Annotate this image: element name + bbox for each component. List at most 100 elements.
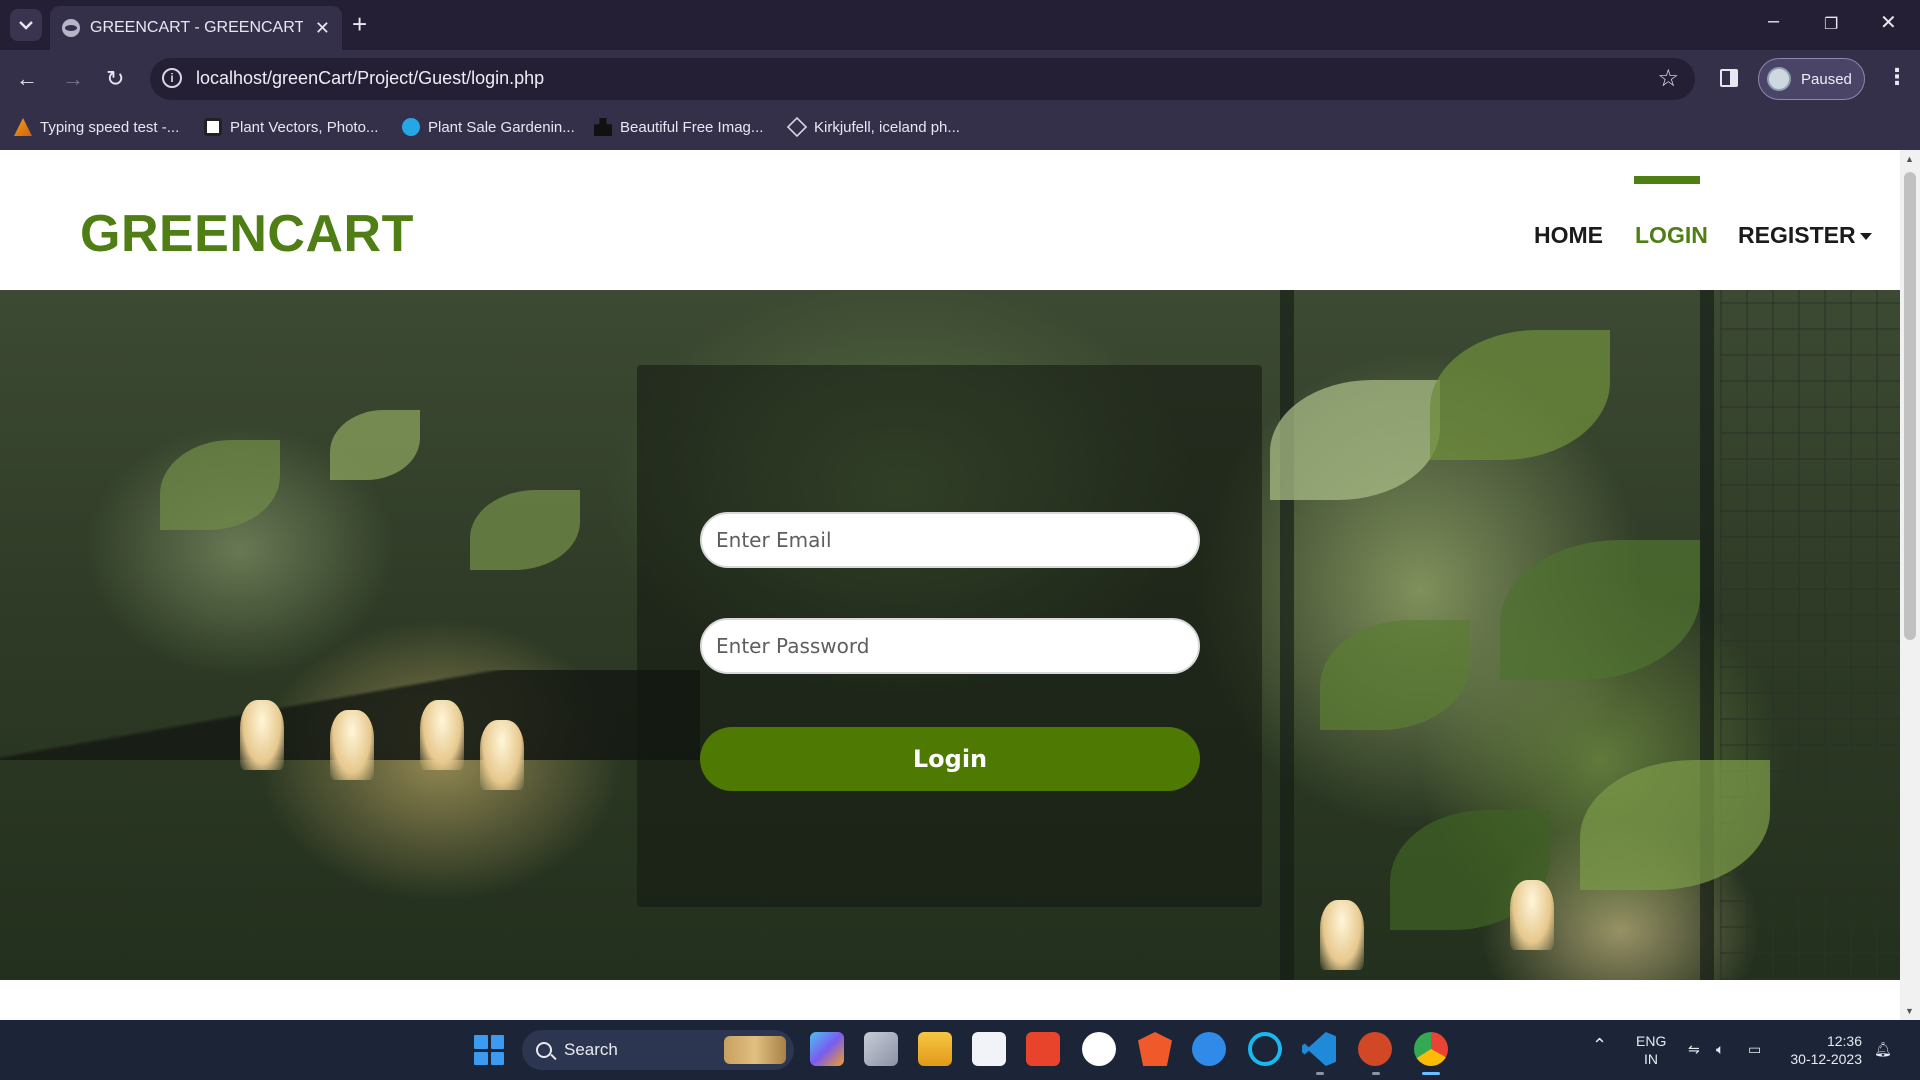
browser-tab-active[interactable]: GREENCART - GREENCART Login ✕ bbox=[50, 6, 342, 50]
vscode-icon[interactable] bbox=[1302, 1032, 1336, 1066]
tab-search-button[interactable] bbox=[10, 9, 42, 41]
profile-status: Paused bbox=[1801, 70, 1852, 88]
nav-login[interactable]: LOGIN bbox=[1635, 222, 1708, 249]
bookmark-star-icon[interactable]: ☆ bbox=[1657, 64, 1679, 93]
tray-overflow-chevron-icon[interactable]: ⌃ bbox=[1592, 1036, 1607, 1054]
brave-browser-icon[interactable] bbox=[1138, 1032, 1172, 1066]
microsoft-store-icon[interactable] bbox=[972, 1032, 1006, 1066]
profile-button[interactable]: Paused bbox=[1758, 58, 1865, 100]
cortana-icon[interactable] bbox=[1248, 1032, 1282, 1066]
file-explorer-icon[interactable] bbox=[918, 1032, 952, 1066]
leaf-shape bbox=[1270, 380, 1440, 500]
page-scrollbar[interactable]: ▲ ▼ bbox=[1900, 150, 1920, 1020]
globe-icon bbox=[62, 19, 80, 37]
email-field[interactable] bbox=[700, 512, 1200, 568]
garden-light bbox=[480, 720, 524, 790]
nav-register-label: REGISTER bbox=[1738, 222, 1856, 248]
network-icon[interactable]: ⇋ bbox=[1688, 1040, 1700, 1058]
bookmark-item[interactable]: Plant Vectors, Photo... bbox=[204, 118, 378, 136]
taskbar-search[interactable]: Search bbox=[522, 1030, 794, 1070]
bookmark-item[interactable]: Plant Sale Gardenin... bbox=[402, 118, 575, 136]
nav-home[interactable]: HOME bbox=[1534, 222, 1603, 249]
search-highlight-image bbox=[724, 1036, 786, 1064]
bookmark-item[interactable]: Typing speed test -... bbox=[14, 118, 179, 136]
avatar bbox=[1767, 67, 1791, 91]
nav-register[interactable]: REGISTER bbox=[1738, 222, 1872, 249]
copilot-icon[interactable] bbox=[810, 1032, 844, 1066]
side-panel-icon[interactable] bbox=[1720, 69, 1738, 87]
window-close-icon[interactable]: ✕ bbox=[1880, 10, 1897, 35]
scroll-down-icon[interactable]: ▼ bbox=[1905, 1006, 1914, 1016]
clock[interactable]: 12:36 30-12-2023 bbox=[1784, 1032, 1862, 1068]
scrollbar-thumb[interactable] bbox=[1904, 172, 1916, 640]
bookmark-label: Plant Sale Gardenin... bbox=[428, 118, 575, 136]
site-logo[interactable]: GREENCART bbox=[80, 204, 414, 264]
powerpoint-icon[interactable] bbox=[1358, 1032, 1392, 1066]
chrome-icon[interactable] bbox=[1414, 1032, 1448, 1066]
url-text[interactable]: localhost/greenCart/Project/Guest/login.… bbox=[196, 68, 544, 89]
browser-tab-bar: GREENCART - GREENCART Login ✕ + – ❐ ✕ bbox=[0, 0, 1920, 50]
scroll-up-icon[interactable]: ▲ bbox=[1905, 154, 1914, 164]
search-icon bbox=[536, 1042, 552, 1058]
clock-date: 30-12-2023 bbox=[1790, 1051, 1862, 1067]
active-nav-indicator bbox=[1634, 176, 1700, 184]
browser-toolbar: ← → ↻ i localhost/greenCart/Project/Gues… bbox=[0, 50, 1920, 108]
bookmark-item[interactable]: Kirkjufell, iceland ph... bbox=[786, 116, 960, 138]
freepik-icon bbox=[204, 118, 222, 136]
leaf-shape bbox=[160, 440, 280, 530]
reload-icon[interactable]: ↻ bbox=[106, 66, 124, 92]
login-card: Login bbox=[637, 365, 1262, 907]
garden-light bbox=[240, 700, 284, 770]
bookmark-label: Beautiful Free Imag... bbox=[620, 118, 764, 136]
bookmark-label: Kirkjufell, iceland ph... bbox=[814, 118, 960, 136]
bookmark-item[interactable]: Beautiful Free Imag... bbox=[594, 118, 763, 136]
tab-title: GREENCART - GREENCART Login bbox=[90, 19, 303, 36]
password-field[interactable] bbox=[700, 618, 1200, 674]
garden-light bbox=[420, 700, 464, 770]
menu-dots-icon[interactable]: ⋮ bbox=[1886, 64, 1908, 90]
new-tab-button[interactable]: + bbox=[352, 10, 367, 38]
bookmark-label: Typing speed test -... bbox=[40, 118, 180, 136]
bookmarks-bar: Typing speed test -... Plant Vectors, Ph… bbox=[0, 108, 1920, 150]
clock-time: 12:36 bbox=[1826, 1033, 1862, 1049]
notification-bell-icon[interactable]: 🔔︎ bbox=[1874, 1040, 1892, 1058]
back-arrow-icon[interactable]: ← bbox=[16, 66, 38, 92]
hero-background: Login bbox=[0, 290, 1900, 980]
running-indicator bbox=[1316, 1072, 1324, 1075]
page-viewport: GREENCART HOME LOGIN REGISTER Login bbox=[0, 150, 1900, 1020]
battery-icon[interactable]: ▭ bbox=[1748, 1040, 1761, 1058]
volume-icon[interactable]: 🔈︎ bbox=[1716, 1040, 1724, 1058]
windows-start-icon[interactable] bbox=[474, 1035, 504, 1065]
leaf-shape bbox=[470, 490, 580, 570]
region-code: IN bbox=[1644, 1051, 1658, 1067]
cube-icon bbox=[786, 116, 808, 138]
login-button[interactable]: Login bbox=[700, 727, 1200, 791]
github-icon[interactable] bbox=[1082, 1032, 1116, 1066]
typing-test-icon bbox=[14, 118, 32, 136]
garden-light bbox=[330, 710, 374, 780]
running-indicator bbox=[1372, 1072, 1380, 1075]
garden-light bbox=[1510, 880, 1554, 950]
language-indicator[interactable]: ENG IN bbox=[1636, 1032, 1666, 1068]
windows-taskbar: Search ⌃ ENG IN ⇋ 🔈︎ ▭ 12:36 30-12-2023 … bbox=[0, 1020, 1920, 1080]
search-site-icon bbox=[402, 118, 420, 136]
office-icon[interactable] bbox=[1026, 1032, 1060, 1066]
address-bar[interactable]: i localhost/greenCart/Project/Guest/logi… bbox=[150, 58, 1695, 100]
task-view-icon[interactable] bbox=[864, 1032, 898, 1066]
restore-icon[interactable]: ❐ bbox=[1824, 14, 1838, 34]
forward-arrow-icon[interactable]: → bbox=[62, 66, 84, 92]
window-post bbox=[1280, 290, 1294, 980]
help-icon[interactable] bbox=[1192, 1032, 1226, 1066]
minimize-icon[interactable]: – bbox=[1768, 10, 1779, 33]
leaf-shape bbox=[1430, 330, 1610, 460]
leaf-shape bbox=[1320, 620, 1470, 730]
leaf-shape bbox=[330, 410, 420, 480]
close-tab-icon[interactable]: ✕ bbox=[315, 18, 330, 39]
site-info-icon[interactable]: i bbox=[162, 68, 182, 88]
chevron-down-icon bbox=[19, 21, 33, 30]
trellis-grid bbox=[1720, 290, 1900, 980]
bookmark-label: Plant Vectors, Photo... bbox=[230, 118, 379, 136]
language-code: ENG bbox=[1636, 1033, 1667, 1049]
leaf-shape bbox=[1500, 540, 1700, 680]
site-header: GREENCART HOME LOGIN REGISTER bbox=[0, 150, 1900, 290]
